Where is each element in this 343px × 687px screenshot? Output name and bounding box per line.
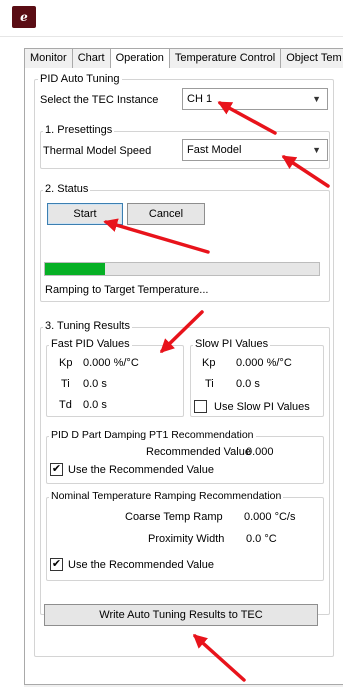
checkmark-icon: ✔ bbox=[51, 463, 62, 475]
chevron-down-icon: ▼ bbox=[312, 94, 321, 104]
write-tuning-results-button[interactable]: Write Auto Tuning Results to TEC bbox=[44, 604, 318, 626]
fast-ti-value: 0.0 s bbox=[83, 378, 107, 390]
tuning-results-title: 3. Tuning Results bbox=[43, 320, 132, 332]
cancel-button[interactable]: Cancel bbox=[127, 203, 205, 225]
use-pid-d-recommended-checkbox[interactable]: ✔ bbox=[50, 463, 63, 476]
slow-kp-value: 0.000 %/°C bbox=[236, 357, 292, 369]
thermal-model-value: Fast Model bbox=[187, 144, 242, 156]
use-slow-pi-label[interactable]: Use Slow PI Values bbox=[214, 400, 310, 414]
fast-td-label: Td bbox=[59, 399, 72, 411]
tec-instance-select[interactable]: CH 1 ▼ bbox=[182, 88, 328, 110]
tab-monitor[interactable]: Monitor bbox=[24, 48, 73, 68]
thermal-model-select[interactable]: Fast Model ▼ bbox=[182, 139, 328, 161]
tab-operation[interactable]: Operation bbox=[109, 48, 170, 69]
pid-d-title: PID D Part Damping PT1 Recommendation bbox=[49, 429, 256, 441]
presettings-title: 1. Presettings bbox=[43, 124, 115, 136]
use-ramping-recommended-label[interactable]: Use the Recommended Value bbox=[68, 558, 214, 572]
tuning-progress-bar bbox=[44, 262, 320, 276]
fast-td-value: 0.0 s bbox=[83, 399, 107, 411]
pid-d-rec-label: Recommended Value bbox=[146, 446, 251, 458]
pid-auto-tuning-title: PID Auto Tuning bbox=[38, 73, 122, 85]
slow-kp-label: Kp bbox=[202, 357, 216, 369]
progress-fill bbox=[45, 263, 106, 275]
fast-ti-label: Ti bbox=[61, 378, 70, 390]
chevron-down-icon: ▼ bbox=[312, 145, 321, 155]
tec-instance-value: CH 1 bbox=[187, 93, 213, 105]
slow-ti-label: Ti bbox=[205, 378, 214, 390]
start-button[interactable]: Start bbox=[47, 203, 123, 225]
app-logo: e bbox=[12, 6, 36, 28]
status-text: Ramping to Target Temperature... bbox=[45, 284, 209, 296]
tab-strip: Monitor Chart Operation Temperature Cont… bbox=[24, 48, 343, 69]
fast-kp-value: 0.000 %/°C bbox=[83, 357, 139, 369]
proximity-width-value: 0.0 °C bbox=[246, 533, 277, 545]
use-slow-pi-checkbox[interactable] bbox=[194, 400, 207, 413]
tab-temperature-control[interactable]: Temperature Control bbox=[168, 48, 282, 68]
fast-kp-label: Kp bbox=[59, 357, 73, 369]
checkmark-icon: ✔ bbox=[51, 558, 62, 570]
coarse-ramp-value: 0.000 °C/s bbox=[244, 511, 296, 523]
ramping-title: Nominal Temperature Ramping Recommendati… bbox=[49, 490, 284, 502]
slow-pi-title: Slow PI Values bbox=[193, 338, 271, 350]
use-ramping-recommended-checkbox[interactable]: ✔ bbox=[50, 558, 63, 571]
thermal-model-label: Thermal Model Speed bbox=[43, 145, 152, 157]
pid-d-rec-value: 0.000 bbox=[246, 446, 274, 458]
proximity-width-label: Proximity Width bbox=[148, 533, 225, 545]
status-title: 2. Status bbox=[43, 183, 91, 195]
tab-object-temperature[interactable]: Object Tem bbox=[280, 48, 343, 68]
fast-pid-title: Fast PID Values bbox=[49, 338, 132, 350]
titlebar-divider bbox=[0, 36, 343, 37]
coarse-ramp-label: Coarse Temp Ramp bbox=[125, 511, 223, 523]
tec-instance-label: Select the TEC Instance bbox=[40, 94, 159, 106]
slow-ti-value: 0.0 s bbox=[236, 378, 260, 390]
use-pid-d-recommended-label[interactable]: Use the Recommended Value bbox=[68, 463, 214, 477]
tab-chart[interactable]: Chart bbox=[71, 48, 111, 68]
